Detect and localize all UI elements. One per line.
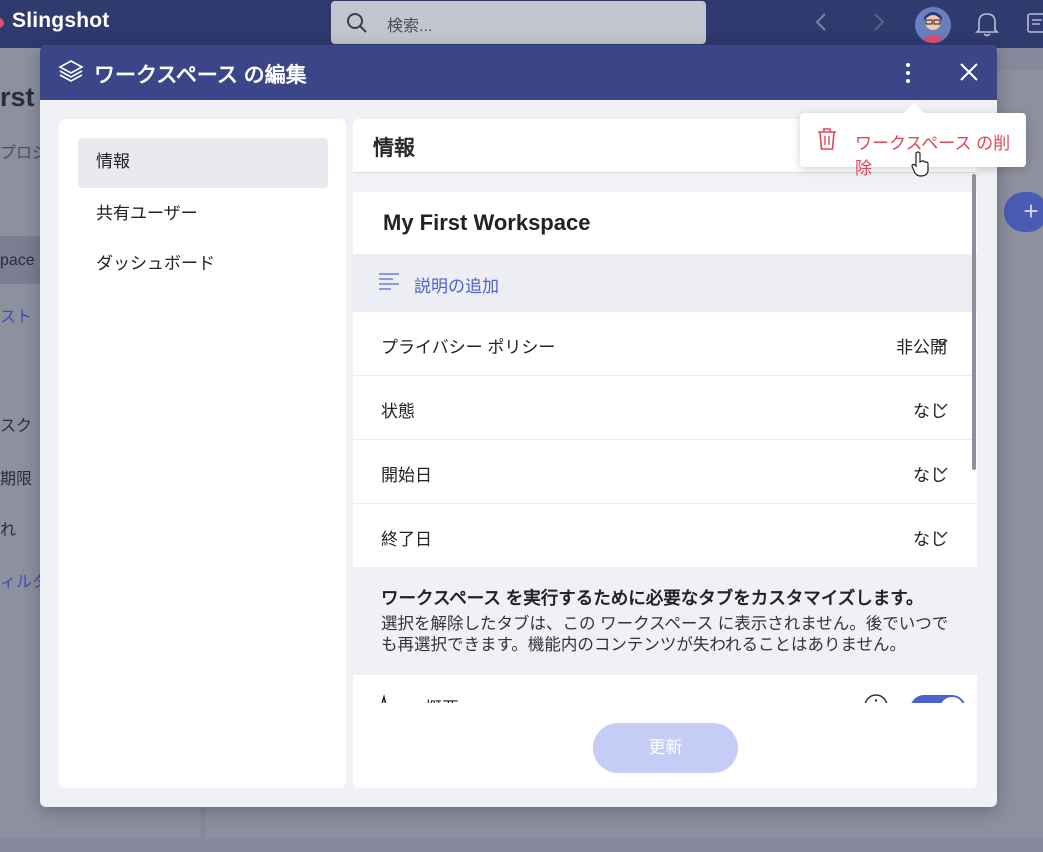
dialog-sidebar: 情報 共有ユーザー ダッシュボード (59, 119, 346, 788)
tab-overview-toggle[interactable] (910, 695, 966, 703)
tab-row-overview: 概要 (353, 675, 977, 703)
brand-name[interactable]: Slingshot (12, 9, 109, 33)
section-title: 情報 (373, 137, 415, 160)
info-icon[interactable] (863, 693, 889, 703)
dialog-header: ワークスペース の編集 (40, 45, 997, 100)
forward-arrow-icon[interactable] (866, 10, 890, 34)
dialog-title: ワークスペース の編集 (94, 64, 307, 87)
privacy-policy-row[interactable]: プライバシー ポリシー 非公開 (353, 311, 977, 375)
update-button[interactable]: 更新 (593, 723, 738, 773)
close-icon[interactable] (958, 61, 980, 83)
description-lines-icon (379, 273, 399, 290)
chevron-down-icon (936, 531, 948, 539)
tabs-description: 選択を解除したタブは、この ワークスペース に表示されません。後でいつでも再選択… (381, 615, 949, 654)
start-date-row[interactable]: 開始日 なし (353, 439, 977, 503)
workspace-name-field[interactable]: My First Workspace (353, 192, 977, 254)
field-label: 終了日 (381, 530, 432, 549)
status-row[interactable]: 状態 なし (353, 375, 977, 439)
search-icon (347, 13, 367, 33)
add-description-label: 説明の追加 (414, 277, 499, 296)
background-title: rst (0, 82, 35, 112)
field-label: 開始日 (381, 466, 432, 485)
notifications-bell-icon[interactable] (974, 10, 1000, 38)
app-header: Slingshot 検索... (0, 0, 1043, 48)
end-date-row[interactable]: 終了日 なし (353, 503, 977, 567)
delete-workspace-menu-item[interactable]: ワークスペース の削除 (855, 129, 1026, 179)
chevron-down-icon (936, 339, 948, 347)
chevron-down-icon (936, 467, 948, 475)
tab-label: 概要 (425, 694, 459, 703)
sidebar-item-info[interactable]: 情報 (78, 138, 328, 188)
sidebar-item-shared-users[interactable]: 共有ユーザー (78, 190, 328, 240)
background-add-button: + (1004, 192, 1043, 232)
back-arrow-icon[interactable] (810, 10, 834, 34)
info-scroll-area[interactable]: My First Workspace 説明の追加 プライバシー ポリシー 非公開… (353, 173, 977, 703)
info-panel: 情報 My First Workspace 説明の追加 プライバシー ポリシー … (353, 119, 977, 788)
background-item: スク (0, 418, 33, 435)
chat-icon[interactable] (1026, 12, 1043, 36)
scrollbar[interactable] (972, 174, 976, 470)
background-link: スト (0, 309, 33, 326)
search-placeholder: 検索... (387, 18, 433, 35)
trash-icon (818, 128, 836, 150)
tabs-heading: ワークスペース を実行するために必要なタブをカスタマイズします。 (381, 588, 924, 608)
sidebar-item-dashboards[interactable]: ダッシュボード (78, 240, 328, 290)
pulse-icon (381, 694, 387, 703)
more-options-icon[interactable] (904, 62, 912, 84)
hand-cursor-icon (911, 151, 929, 177)
search-input[interactable]: 検索... (331, 1, 706, 44)
layers-icon (58, 60, 84, 82)
background-item: れ (0, 522, 17, 539)
field-label: 状態 (381, 402, 415, 421)
brand-logo-icon (0, 18, 4, 28)
dialog-footer: 更新 (353, 703, 977, 788)
add-description-button[interactable]: 説明の追加 (353, 254, 977, 311)
tabs-customization-note: ワークスペース を実行するために必要なタブをカスタマイズします。 選択を解除した… (353, 567, 977, 675)
field-label: プライバシー ポリシー (381, 338, 556, 357)
chevron-down-icon (936, 403, 948, 411)
avatar[interactable] (915, 7, 951, 43)
background-item: 期限 (0, 471, 33, 488)
workspace-name-value: My First Workspace (383, 210, 591, 235)
